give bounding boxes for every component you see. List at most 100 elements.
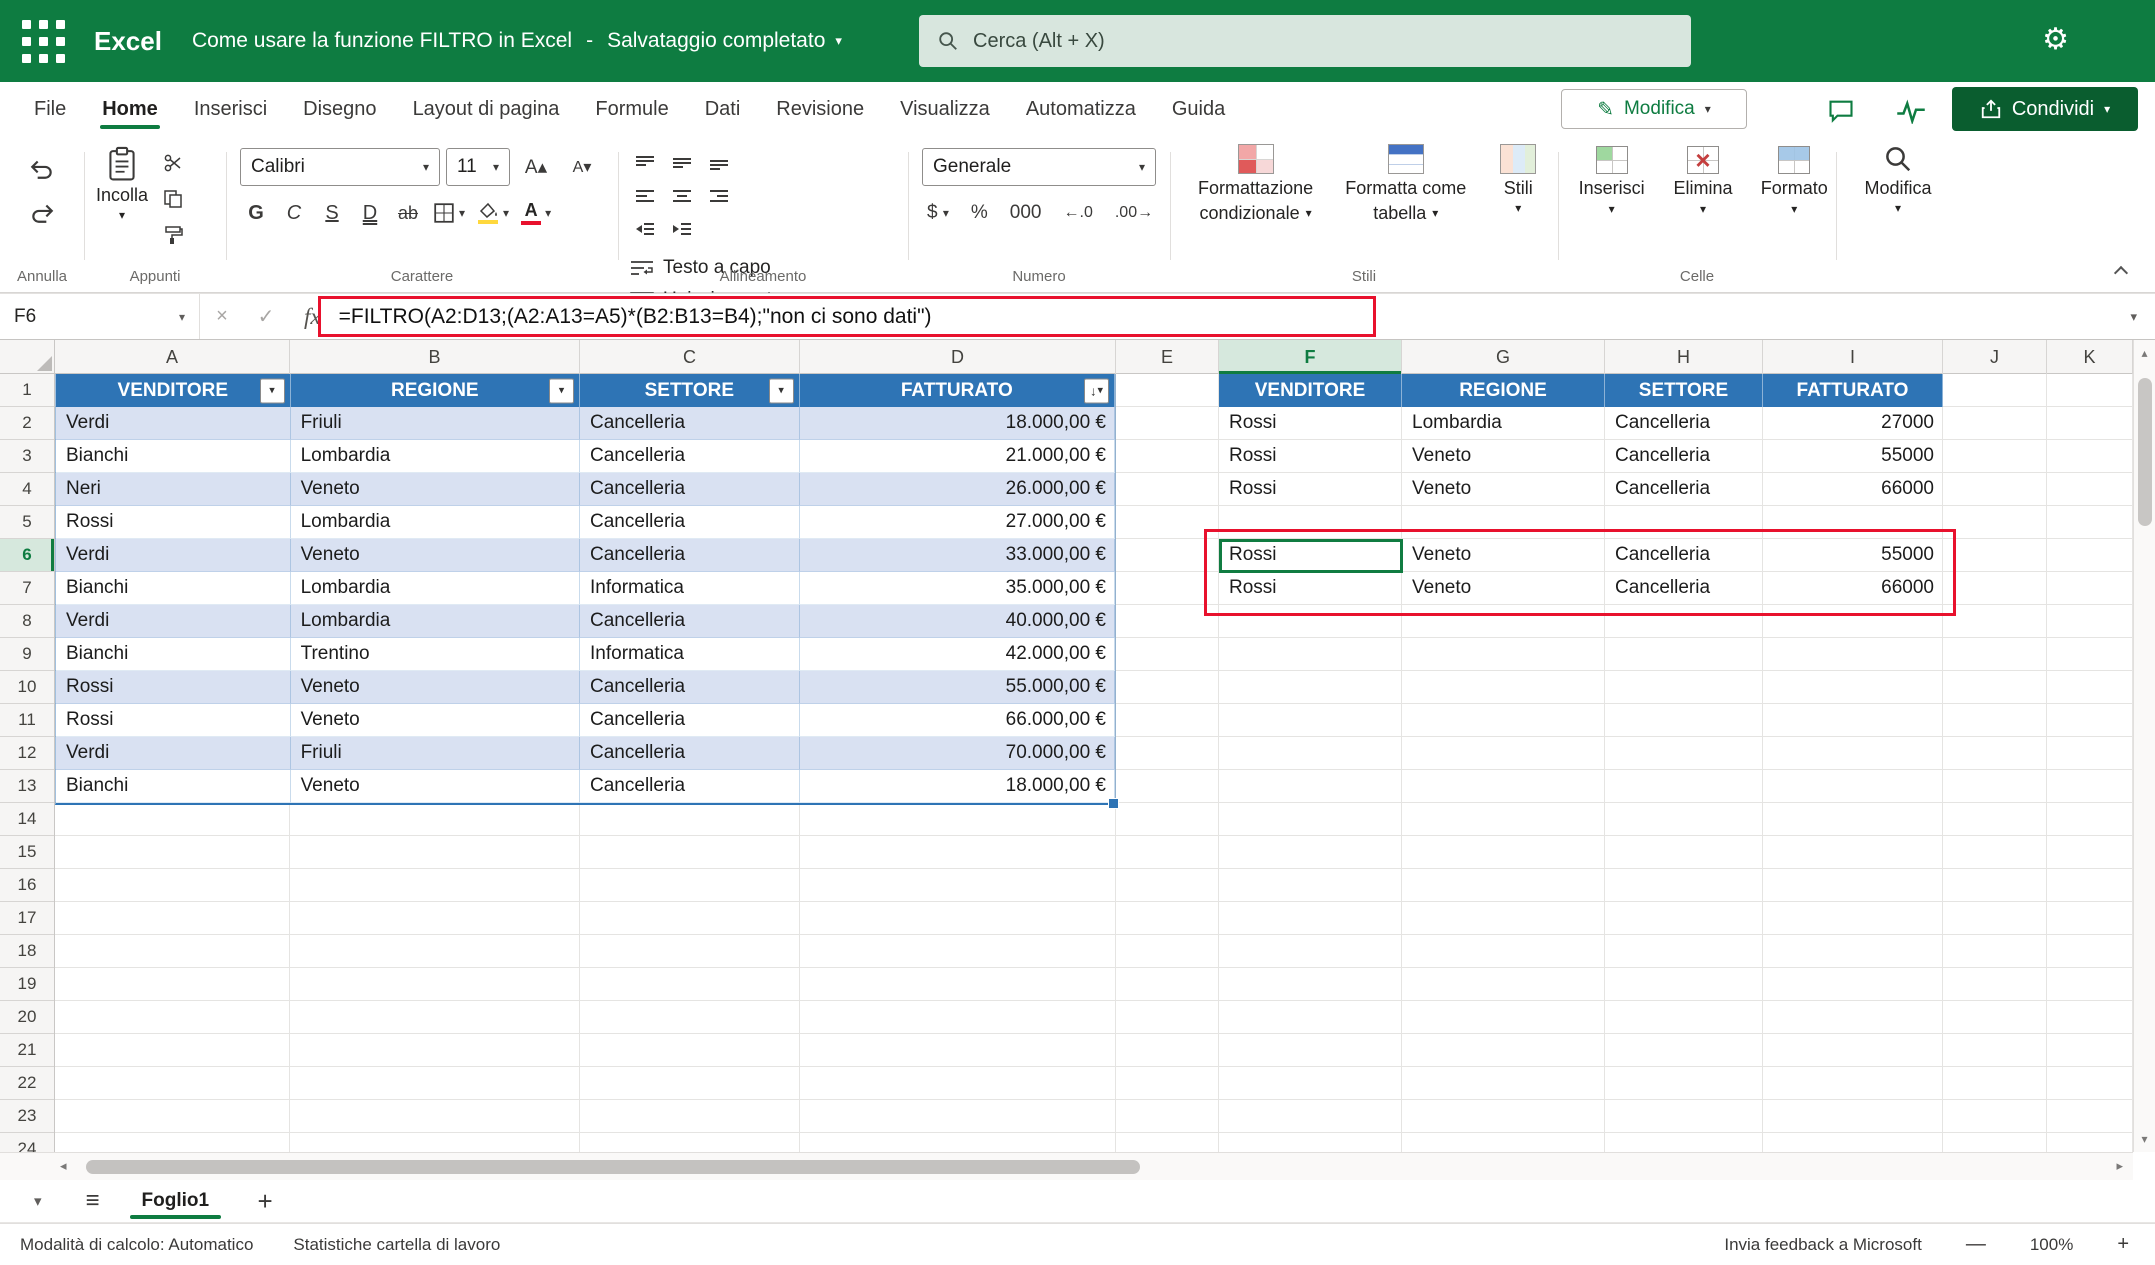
cell[interactable]: 66.000,00 € — [800, 704, 1115, 737]
zoom-out-button[interactable]: — — [1966, 1233, 1986, 1256]
horizontal-scrollbar-thumb[interactable] — [86, 1160, 1140, 1174]
tab-home[interactable]: Home — [98, 82, 162, 136]
cell[interactable]: 66000 — [1763, 572, 1943, 605]
search-box[interactable]: Cerca (Alt + X) — [919, 15, 1691, 67]
cell[interactable]: Cancelleria — [580, 737, 800, 770]
decrease-indent-button[interactable] — [628, 215, 662, 243]
font-color-button[interactable]: A ▾ — [516, 195, 556, 231]
settings-button[interactable]: ⚙ — [2042, 22, 2069, 57]
row-header-10[interactable]: 10 — [0, 671, 54, 704]
table-header-cell[interactable]: VENDITORE — [1219, 374, 1402, 407]
align-right-button[interactable] — [702, 182, 736, 210]
row-header-20[interactable]: 20 — [0, 1001, 54, 1034]
row-header-16[interactable]: 16 — [0, 869, 54, 902]
cell[interactable]: Informatica — [580, 572, 800, 605]
cell[interactable]: Lombardia — [291, 440, 580, 473]
comments-button[interactable] — [1818, 94, 1864, 128]
cell[interactable]: Informatica — [580, 638, 800, 671]
cell[interactable]: Verdi — [56, 737, 291, 770]
cell[interactable]: Cancelleria — [580, 506, 800, 539]
cell[interactable]: 33.000,00 € — [800, 539, 1115, 572]
conditional-formatting-button[interactable]: Formattazione condizionale▾ — [1178, 136, 1333, 224]
tab-formule[interactable]: Formule — [591, 82, 672, 136]
cell[interactable]: 55000 — [1763, 440, 1943, 473]
undo-button[interactable] — [21, 150, 63, 186]
font-name-select[interactable]: Calibri ▾ — [240, 148, 440, 186]
table-header-cell[interactable]: REGIONE▾ — [291, 374, 580, 407]
select-all-corner[interactable] — [0, 340, 55, 374]
filter-button[interactable]: ▾ — [769, 378, 794, 403]
cell[interactable]: Veneto — [1402, 539, 1605, 572]
align-top-button[interactable] — [628, 149, 662, 177]
formula-bar-expand-chevron-icon[interactable]: ▾ — [2130, 309, 2137, 325]
share-button[interactable]: Condividi ▾ — [1952, 87, 2138, 131]
cell[interactable]: Bianchi — [56, 440, 291, 473]
cell[interactable]: Veneto — [1402, 440, 1605, 473]
table-header-cell[interactable]: SETTORE — [1605, 374, 1763, 407]
row-header-21[interactable]: 21 — [0, 1034, 54, 1067]
sheet-nav-chevron-icon[interactable]: ▾ — [34, 1192, 42, 1210]
vertical-scrollbar-thumb[interactable] — [2138, 378, 2152, 526]
fill-color-button[interactable]: ▾ — [472, 195, 514, 231]
column-header-H[interactable]: H — [1605, 340, 1763, 374]
insert-cells-button[interactable]: Inserisci ▾ — [1570, 146, 1653, 215]
cell[interactable]: Rossi — [1219, 407, 1402, 440]
tab-file[interactable]: File — [30, 82, 70, 136]
cell[interactable]: Cancelleria — [580, 407, 800, 440]
name-box[interactable]: F6 ▾ — [0, 294, 200, 339]
align-middle-button[interactable] — [665, 149, 699, 177]
cell[interactable]: 55.000,00 € — [800, 671, 1115, 704]
cell[interactable]: Cancelleria — [580, 473, 800, 506]
row-header-13[interactable]: 13 — [0, 770, 54, 803]
filter-sorted-button[interactable]: ↓▾ — [1084, 378, 1109, 403]
cell[interactable]: Rossi — [1219, 473, 1402, 506]
cell[interactable]: Cancelleria — [580, 440, 800, 473]
cell[interactable]: 27000 — [1763, 407, 1943, 440]
cell[interactable]: Lombardia — [291, 572, 580, 605]
cancel-entry-button[interactable]: × — [200, 294, 244, 339]
cell[interactable]: Verdi — [56, 605, 291, 638]
scroll-left-icon[interactable]: ◂ — [60, 1158, 67, 1174]
cell[interactable]: Cancelleria — [1605, 539, 1763, 572]
sheet-list-menu-icon[interactable]: ≡ — [86, 1187, 100, 1215]
cell[interactable]: 18.000,00 € — [800, 407, 1115, 440]
workbook-statistics[interactable]: Statistiche cartella di lavoro — [293, 1235, 500, 1255]
activity-button[interactable] — [1888, 94, 1934, 128]
cell[interactable]: Verdi — [56, 539, 291, 572]
vertical-scrollbar[interactable]: ▴ ▾ — [2133, 340, 2155, 1152]
cell[interactable]: Neri — [56, 473, 291, 506]
percent-format-button[interactable]: % — [964, 196, 995, 230]
cell[interactable]: Rossi — [1219, 572, 1402, 605]
cell[interactable]: 26.000,00 € — [800, 473, 1115, 506]
cell[interactable]: 55000 — [1763, 539, 1943, 572]
font-size-select[interactable]: 11 ▾ — [446, 148, 510, 186]
paste-button[interactable]: Incolla ▾ — [96, 146, 148, 250]
cell[interactable]: Cancelleria — [580, 539, 800, 572]
filter-button[interactable]: ▾ — [549, 378, 574, 403]
row-header-17[interactable]: 17 — [0, 902, 54, 935]
feedback-link[interactable]: Invia feedback a Microsoft — [1724, 1235, 1921, 1255]
zoom-in-button[interactable]: + — [2117, 1233, 2129, 1256]
table-header-cell[interactable]: VENDITORE▾ — [56, 374, 291, 407]
cut-button[interactable] — [154, 148, 192, 178]
delete-cells-button[interactable]: Elimina ▾ — [1661, 146, 1744, 215]
row-header-6[interactable]: 6 — [0, 539, 54, 572]
row-header-2[interactable]: 2 — [0, 407, 54, 440]
column-header-K[interactable]: K — [2047, 340, 2133, 374]
row-header-14[interactable]: 14 — [0, 803, 54, 836]
editing-button[interactable]: Modifica ▾ — [1836, 136, 1960, 214]
save-status[interactable]: Salvataggio completato — [607, 29, 825, 53]
tab-layout-di-pagina[interactable]: Layout di pagina — [409, 82, 564, 136]
editing-mode-button[interactable]: ✎ Modifica ▾ — [1561, 89, 1747, 129]
cell[interactable]: Lombardia — [1402, 407, 1605, 440]
italic-button[interactable]: C — [276, 195, 312, 231]
copy-button[interactable] — [154, 184, 192, 214]
row-header-5[interactable]: 5 — [0, 506, 54, 539]
cell[interactable]: Cancelleria — [580, 671, 800, 704]
row-header-1[interactable]: 1 — [0, 374, 54, 407]
cell[interactable]: 18.000,00 € — [800, 770, 1115, 803]
table-header-cell[interactable]: FATTURATO↓▾ — [800, 374, 1115, 407]
tab-automatizza[interactable]: Automatizza — [1022, 82, 1140, 136]
cell[interactable]: Veneto — [291, 671, 580, 704]
row-header-8[interactable]: 8 — [0, 605, 54, 638]
